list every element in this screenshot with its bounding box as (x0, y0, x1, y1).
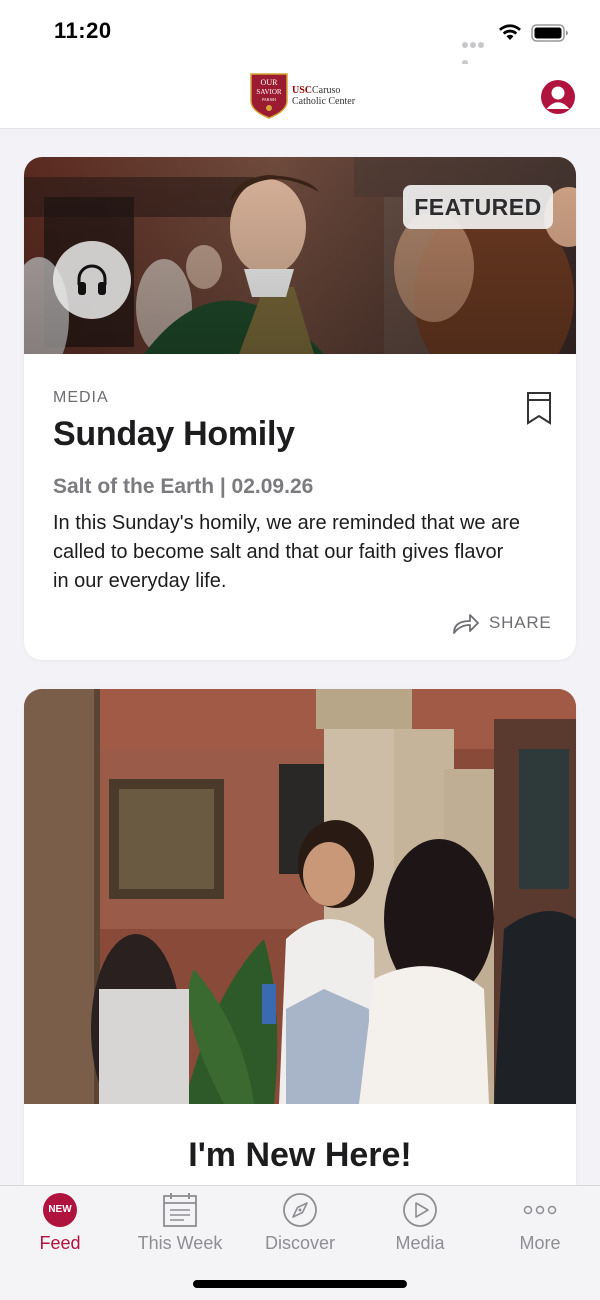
app-header: OUR SAVIOR PARISH USCCaruso Catholic Cen… (0, 64, 600, 129)
share-arrow-icon (453, 614, 479, 634)
card-category: MEDIA (53, 389, 109, 406)
battery-icon (531, 24, 568, 42)
card-title: Sunday Homily (53, 415, 295, 453)
tab-label: Media (395, 1233, 445, 1253)
more-dots-icon (523, 1205, 557, 1215)
headphones-icon (77, 264, 107, 295)
card-title: I'm New Here! (188, 1136, 412, 1174)
person-icon (546, 86, 570, 109)
share-label: SHARE (489, 613, 552, 632)
tab-bar: NEW Feed This Week Discover Media More (0, 1185, 600, 1300)
new-badge: NEW (43, 1193, 77, 1227)
status-bar: 11:20 (0, 0, 600, 66)
svg-text:PARISH: PARISH (262, 97, 276, 102)
featured-badge: FEATURED (403, 185, 553, 229)
share-button[interactable]: SHARE (452, 609, 552, 639)
tab-discover[interactable]: Discover (240, 1186, 360, 1266)
tab-this-week[interactable]: This Week (120, 1186, 240, 1266)
tab-label: Discover (264, 1233, 335, 1253)
tab-label: Feed (39, 1233, 81, 1253)
profile-button[interactable] (541, 80, 575, 114)
parish-logo[interactable]: OUR SAVIOR PARISH USCCaruso Catholic Cen… (250, 73, 360, 119)
signal-icon (462, 35, 492, 66)
status-time: 11:20 (54, 18, 112, 43)
card-description: In this Sunday's homily, we are reminded… (53, 512, 521, 592)
feed-list[interactable]: FEATURED MEDIA Sunday Homily Salt of the… (0, 129, 600, 1185)
tab-label: This Week (137, 1233, 223, 1253)
new-here-card[interactable]: I'm New Here! (24, 689, 576, 1185)
logo-wordmark: USCCaruso Catholic Center (292, 85, 356, 107)
calendar-icon (163, 1193, 197, 1227)
home-indicator[interactable] (193, 1280, 407, 1288)
compass-icon (283, 1193, 317, 1227)
featured-media-card[interactable]: FEATURED MEDIA Sunday Homily Salt of the… (24, 157, 576, 660)
bookmark-icon[interactable] (524, 390, 554, 426)
students-photo (24, 689, 576, 1104)
shield-logo-icon: OUR SAVIOR PARISH (250, 73, 288, 119)
audio-play-button[interactable] (53, 241, 131, 319)
svg-text:SAVIOR: SAVIOR (256, 88, 281, 96)
tab-feed[interactable]: NEW Feed (0, 1186, 120, 1266)
tab-label: More (519, 1233, 561, 1253)
card-subtitle: Salt of the Earth | 02.09.26 (53, 475, 314, 498)
play-circle-icon (403, 1193, 437, 1227)
tab-more[interactable]: More (480, 1186, 600, 1266)
wifi-icon (499, 24, 521, 40)
svg-text:OUR: OUR (261, 78, 279, 87)
tab-media[interactable]: Media (360, 1186, 480, 1266)
